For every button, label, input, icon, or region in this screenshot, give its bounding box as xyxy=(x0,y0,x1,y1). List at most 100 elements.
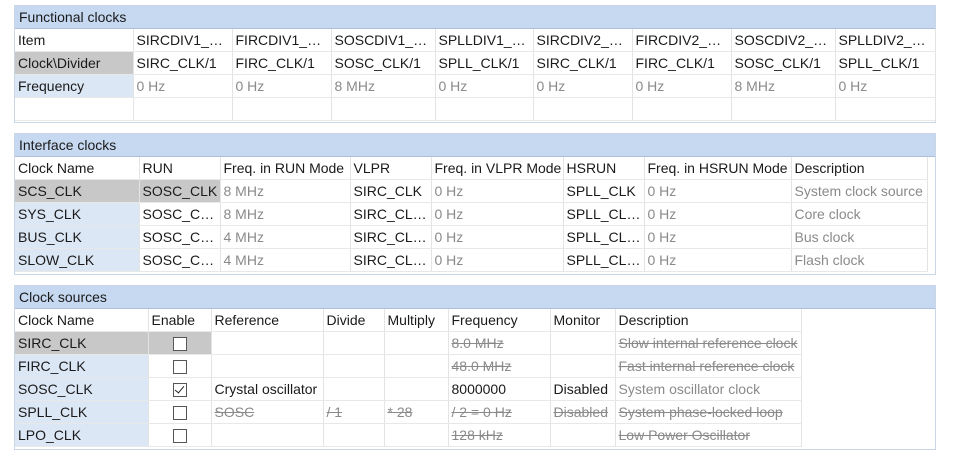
col-header-vlpr[interactable]: VLPR xyxy=(350,157,432,180)
divide-select[interactable] xyxy=(323,377,385,401)
row-header-slow-clk[interactable]: SLOW_CLK xyxy=(15,248,140,272)
row-header-sirc-clk[interactable]: SIRC_CLK xyxy=(15,331,149,355)
enable-checkbox[interactable] xyxy=(172,360,187,375)
col-header-soscdiv2[interactable]: SOSCDIV2_CLK xyxy=(731,29,836,52)
hsrun-select[interactable]: SPLL_CLK/1 xyxy=(563,202,645,226)
col-header-fircdiv2[interactable]: FIRCDIV2_CLK xyxy=(632,29,732,52)
table-row: LPO_CLK 128 kHz Low Power Oscillator xyxy=(15,423,802,447)
col-header-sircdiv2[interactable]: SIRCDIV2_CLK xyxy=(533,29,633,52)
run-select[interactable]: SOSC_CL... xyxy=(139,202,221,226)
row-header-frequency[interactable]: Frequency xyxy=(15,74,134,98)
reference-select[interactable]: Crystal oscillator xyxy=(211,377,324,401)
col-header-divide[interactable]: Divide xyxy=(323,309,385,332)
col-header-run[interactable]: RUN xyxy=(139,157,221,180)
monitor-select[interactable]: Disabled xyxy=(550,400,616,424)
frequency-value[interactable]: 128 kHz xyxy=(448,423,551,447)
cell-value[interactable]: FIRC_CLK/1 xyxy=(632,51,732,75)
frequency-value[interactable]: 8.0 MHz xyxy=(448,331,551,355)
enable-checkbox[interactable] xyxy=(172,429,187,444)
table-row: SOSC_CLK Crystal oscillator 8000000 Disa… xyxy=(15,377,802,401)
col-header-freq-vlpr[interactable]: Freq. in VLPR Mode xyxy=(431,157,564,180)
enable-checkbox-cell[interactable] xyxy=(148,377,212,401)
divide-select[interactable] xyxy=(323,331,385,355)
vlpr-select[interactable]: SIRC_CLK/2 xyxy=(350,202,432,226)
col-header-splldiv2[interactable]: SPLLDIV2_CLK xyxy=(835,29,936,52)
cell-value[interactable]: SOSC_CLK/1 xyxy=(731,51,836,75)
monitor-select[interactable]: Disabled xyxy=(550,377,616,401)
reference-select[interactable]: SOSC xyxy=(211,400,324,424)
hsrun-select[interactable]: SPLL_CLK xyxy=(563,179,645,203)
cell-value[interactable]: FIRC_CLK/1 xyxy=(232,51,332,75)
reference-select[interactable] xyxy=(211,331,324,355)
run-select[interactable]: SOSC_CL... xyxy=(139,248,221,272)
enable-checkbox[interactable] xyxy=(172,406,187,421)
monitor-select[interactable] xyxy=(550,331,616,355)
enable-checkbox-cell[interactable] xyxy=(148,400,212,424)
divide-select[interactable] xyxy=(323,354,385,378)
col-header-description[interactable]: Description xyxy=(615,309,802,332)
vlpr-select[interactable]: SIRC_CLK/8 xyxy=(350,248,432,272)
col-header-hsrun[interactable]: HSRUN xyxy=(563,157,645,180)
row-header-spll-clk[interactable]: SPLL_CLK xyxy=(15,400,149,424)
col-header-multiply[interactable]: Multiply xyxy=(384,309,449,332)
divide-select[interactable] xyxy=(323,423,385,447)
row-header-lpo-clk[interactable]: LPO_CLK xyxy=(15,423,149,447)
col-header-reference[interactable]: Reference xyxy=(211,309,324,332)
frequency-value[interactable]: 48.0 MHz xyxy=(448,354,551,378)
cell-value[interactable]: SPLL_CLK/1 xyxy=(435,51,534,75)
hsrun-frequency: 0 Hz xyxy=(644,248,792,272)
cell-value[interactable]: SOSC_CLK/1 xyxy=(331,51,436,75)
col-header-clock-name[interactable]: Clock Name xyxy=(15,309,149,332)
col-header-freq-hsrun[interactable]: Freq. in HSRUN Mode xyxy=(644,157,792,180)
col-header-description[interactable]: Description xyxy=(791,157,928,180)
col-header-freq-run[interactable]: Freq. in RUN Mode xyxy=(220,157,351,180)
row-header-scs-clk[interactable]: SCS_CLK xyxy=(15,179,140,203)
hsrun-select[interactable]: SPLL_CLK/4 xyxy=(563,248,645,272)
cell-value[interactable]: SIRC_CLK/1 xyxy=(533,51,633,75)
run-select[interactable]: SOSC_CL... xyxy=(139,225,221,249)
reference-select[interactable] xyxy=(211,423,324,447)
row-header-sys-clk[interactable]: SYS_CLK xyxy=(15,202,140,226)
multiply-select[interactable] xyxy=(384,423,449,447)
col-header-splldiv1[interactable]: SPLLDIV1_CLK xyxy=(435,29,534,52)
monitor-select[interactable] xyxy=(550,354,616,378)
col-header-sircdiv1[interactable]: SIRCDIV1_CLK xyxy=(133,29,233,52)
row-header-clock-divider[interactable]: Clock\Divider xyxy=(15,51,134,75)
col-header-frequency[interactable]: Frequency xyxy=(448,309,551,332)
enable-checkbox[interactable] xyxy=(172,337,187,352)
enable-checkbox-cell[interactable] xyxy=(148,423,212,447)
interface-clocks-title: Interface clocks xyxy=(15,134,935,157)
divide-select[interactable]: / 1 xyxy=(323,400,385,424)
clock-description: Bus clock xyxy=(791,225,928,249)
col-header-clock-name[interactable]: Clock Name xyxy=(15,157,140,180)
hsrun-select[interactable]: SPLL_CLK/2 xyxy=(563,225,645,249)
table-row: SLOW_CLK SOSC_CL... 4 MHz SIRC_CLK/8 0 H… xyxy=(15,248,928,272)
monitor-select[interactable] xyxy=(550,423,616,447)
enable-checkbox-cell[interactable] xyxy=(148,354,212,378)
row-header-sosc-clk[interactable]: SOSC_CLK xyxy=(15,377,149,401)
cell-value[interactable]: SPLL_CLK/1 xyxy=(835,51,936,75)
reference-select[interactable] xyxy=(211,354,324,378)
multiply-select[interactable] xyxy=(384,377,449,401)
vlpr-select[interactable]: SIRC_CLK/2 xyxy=(350,225,432,249)
row-header-firc-clk[interactable]: FIRC_CLK xyxy=(15,354,149,378)
col-header-enable[interactable]: Enable xyxy=(148,309,212,332)
enable-checkbox-cell[interactable] xyxy=(148,331,212,355)
col-header-soscdiv1[interactable]: SOSCDIV1_CLK xyxy=(331,29,436,52)
multiply-select[interactable] xyxy=(384,331,449,355)
frequency-input[interactable]: 8000000 xyxy=(448,377,551,401)
enable-checkbox-checked[interactable] xyxy=(172,383,187,398)
vlpr-select[interactable]: SIRC_CLK xyxy=(350,179,432,203)
col-header-monitor[interactable]: Monitor xyxy=(550,309,616,332)
run-select[interactable]: SOSC_CLK xyxy=(139,179,221,203)
col-header-fircdiv1[interactable]: FIRCDIV1_CLK xyxy=(232,29,332,52)
multiply-select[interactable]: * 28 xyxy=(384,400,449,424)
row-header-bus-clk[interactable]: BUS_CLK xyxy=(15,225,140,249)
multiply-select[interactable] xyxy=(384,354,449,378)
run-frequency: 4 MHz xyxy=(220,225,351,249)
source-description: System oscillator clock xyxy=(615,377,802,401)
frequency-value[interactable]: / 2 = 0 Hz xyxy=(448,400,551,424)
table-row: Clock\Divider SIRC_CLK/1 FIRC_CLK/1 SOSC… xyxy=(15,51,936,75)
table-row: FIRC_CLK 48.0 MHz Fast internal referenc… xyxy=(15,354,802,378)
cell-value[interactable]: SIRC_CLK/1 xyxy=(133,51,233,75)
